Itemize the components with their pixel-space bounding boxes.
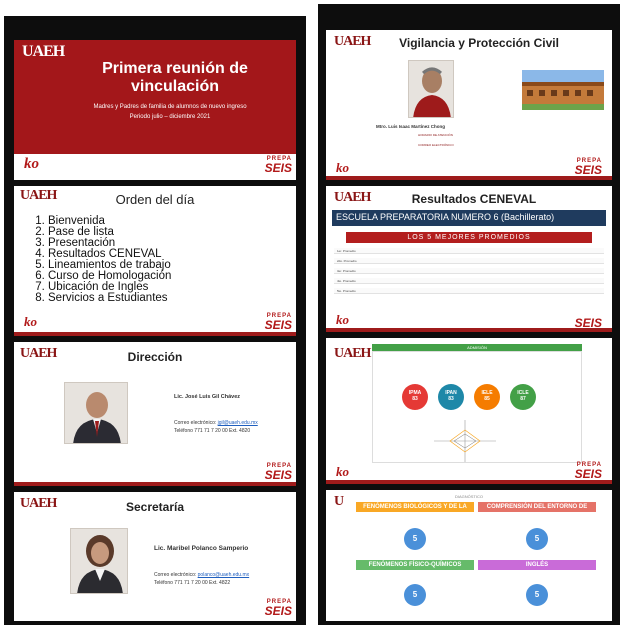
secretary-phone: Teléfono 771 71 7 20 00 Ext. 4822 (154, 580, 231, 586)
category-header: FENÓMENOS FÍSICO-QUÍMICOS (356, 560, 474, 570)
score-circle: IPMA 83 (402, 384, 428, 410)
score-bubble: 5 (404, 528, 426, 550)
person-icon (73, 392, 121, 443)
slide4-title: Secretaría (125, 500, 185, 514)
score-circle: IELE 85 (474, 384, 500, 410)
agenda-item: Servicios a Estudiantes (48, 292, 171, 304)
prepa-seis-logo: PREPA SEIS (264, 463, 292, 482)
prepa-seis-logo: PREPA SEIS (264, 313, 292, 332)
radar-chart (434, 420, 496, 462)
slide-footer-bar (326, 328, 612, 332)
slide2-title: Orden del día (115, 192, 195, 207)
security-hours-label: HORARIO DE ATENCIÓN (418, 133, 453, 137)
table-row: 3er. Promedio (334, 268, 604, 274)
agenda-list: Bienvenida Pase de lista Presentación Re… (48, 215, 171, 304)
slide1-period: Periodo julio – diciembre 2021 (129, 114, 211, 120)
score-bubble: 5 (404, 584, 426, 606)
slide1-subtitle: Madres y Padres de familia de alumnos de… (93, 104, 247, 110)
security-chief-photo (408, 60, 454, 118)
secretary-photo (70, 528, 128, 594)
slide-footer-bar (326, 176, 612, 180)
slide-footer-bar (14, 482, 296, 486)
anniversary-logo: ko (24, 156, 39, 172)
director-name: Lic. José Luis Gil Chávez (174, 394, 241, 400)
slide1-title: Primera reunión de vinculación (102, 60, 248, 96)
slide-secretaria: UAEH Secretaría Lic. Maribel Polanco Sam… (14, 492, 296, 621)
secretary-email-link[interactable]: polanco@uaeh.edu.mx (198, 572, 250, 578)
prepa-seis-logo: PREPA SEIS (574, 158, 602, 177)
slide-diagnostico: U DIAGNÓSTICO FENÓMENOS BIOLÓGICOS Y DE … (326, 490, 612, 621)
category-header: FENÓMENOS BIOLÓGICOS Y DE LA SALUD (356, 502, 474, 520)
slide-vigilancia: UAEH Vigilancia y Protección Civil Mtro.… (326, 30, 612, 180)
table-row: 5to. Promedio (334, 288, 604, 294)
score-bubble: 5 (526, 528, 548, 550)
prepa-seis-logo: PREPA SEIS (264, 156, 292, 175)
building-icon (522, 82, 604, 110)
secretary-name: Lic. Maribel Polanco Samperio (154, 545, 249, 552)
security-chief-name: Mtro. Luis Isaac Martínez Chong (376, 124, 446, 129)
director-phone: Teléfono 771 71 7 20 00 Ext. 4820 (174, 428, 251, 434)
prepa-seis-logo: PREPA SEIS (574, 462, 602, 481)
diagnostico-header: DIAGNÓSTICO (454, 494, 483, 499)
score-bubble: 5 (526, 584, 548, 606)
slide-agenda: UAEH Orden del día Bienvenida Pase de li… (14, 186, 296, 336)
slide-footer-bar (14, 332, 296, 336)
slide3-title: Dirección (127, 350, 183, 364)
anniversary-logo: ko (336, 464, 349, 479)
school-header: ESCUELA PREPARATORIA NUMERO 6 (Bachiller… (332, 210, 606, 226)
left-slide-strip: UAEH Primera reunión de vinculación Madr… (4, 16, 306, 625)
slide-direccion: UAEH Dirección Lic. José Luis Gil Chávez… (14, 342, 296, 486)
person-icon (413, 67, 451, 117)
uaeh-logo: UAEH (334, 346, 371, 361)
slide-admision: UAEH ADMISIÓN IPMA 83 IPAN 83 IELE 85 ICLE 8… (326, 338, 612, 484)
admision-header: ADMISIÓN (372, 344, 582, 351)
slide-ceneval: UAEH Resultados CENEVAL ESCUELA PREPARAT… (326, 186, 612, 332)
slide1-footer: ko PREPA SEIS (14, 154, 296, 180)
slide5-title: Vigilancia y Protección Civil (399, 36, 559, 50)
slide6-title: Resultados CENEVAL (411, 192, 537, 206)
top5-header: LOS 5 MEJORES PROMEDIOS (346, 232, 592, 243)
category-header: COMPRENSIÓN DEL ENTORNO DE MÉXICO (478, 502, 596, 520)
table-row: 4to. Promedio (334, 278, 604, 284)
table-row: 2do. Promedio (334, 258, 604, 264)
building-photo (522, 70, 604, 110)
slide-title: UAEH Primera reunión de vinculación Madr… (14, 40, 296, 180)
prepa-seis-logo: PREPA SEIS (264, 599, 292, 618)
security-email-label: CORREO ELECTRÓNICO (418, 143, 454, 147)
uaeh-logo: U (334, 494, 344, 509)
score-circle: ICLE 87 (510, 384, 536, 410)
anniversary-logo: ko (336, 312, 349, 327)
score-circle: IPAN 83 (438, 384, 464, 410)
director-photo (64, 382, 128, 444)
category-header: INGLÉS (478, 560, 596, 570)
director-email-link[interactable]: jgil@uaeh.edu.mx (218, 420, 258, 426)
secretary-email-line: Correo electrónico: polanco@uaeh.edu.mx (154, 572, 250, 578)
slide-footer-bar (326, 480, 612, 484)
table-row: 1er. Promedio (334, 248, 604, 254)
right-slide-strip: UAEH Vigilancia y Protección Civil Mtro.… (318, 4, 620, 625)
director-email-line: Correo electrónico: jgil@uaeh.edu.mx (174, 420, 258, 426)
anniversary-logo: ko (336, 160, 349, 175)
uaeh-logo: UAEH (22, 43, 65, 60)
person-icon (77, 535, 123, 593)
anniversary-logo: ko (24, 314, 37, 329)
